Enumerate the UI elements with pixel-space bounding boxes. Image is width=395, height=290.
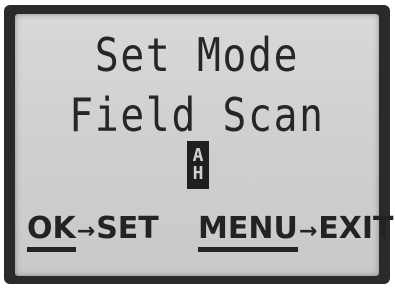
selection-cursor[interactable]: A H — [187, 141, 209, 189]
screen-title: Set Mode — [94, 28, 300, 82]
mode-value: Field Scan — [69, 88, 325, 142]
ok-set-softkey[interactable]: OK → SET — [27, 211, 159, 252]
right-arrow-icon: → — [76, 219, 96, 244]
menu-exit-softkey[interactable]: MENU → EXIT — [198, 211, 394, 252]
exit-action-label: EXIT — [318, 211, 394, 246]
ok-key-label: OK — [27, 211, 76, 252]
cursor-char-bottom: H — [192, 163, 204, 184]
set-action-label: SET — [96, 211, 159, 246]
menu-key-label: MENU — [198, 211, 298, 252]
right-arrow-icon: → — [298, 219, 318, 244]
lcd-screen: Set Mode Field Scan A H OK → SET MENU → … — [15, 14, 394, 276]
